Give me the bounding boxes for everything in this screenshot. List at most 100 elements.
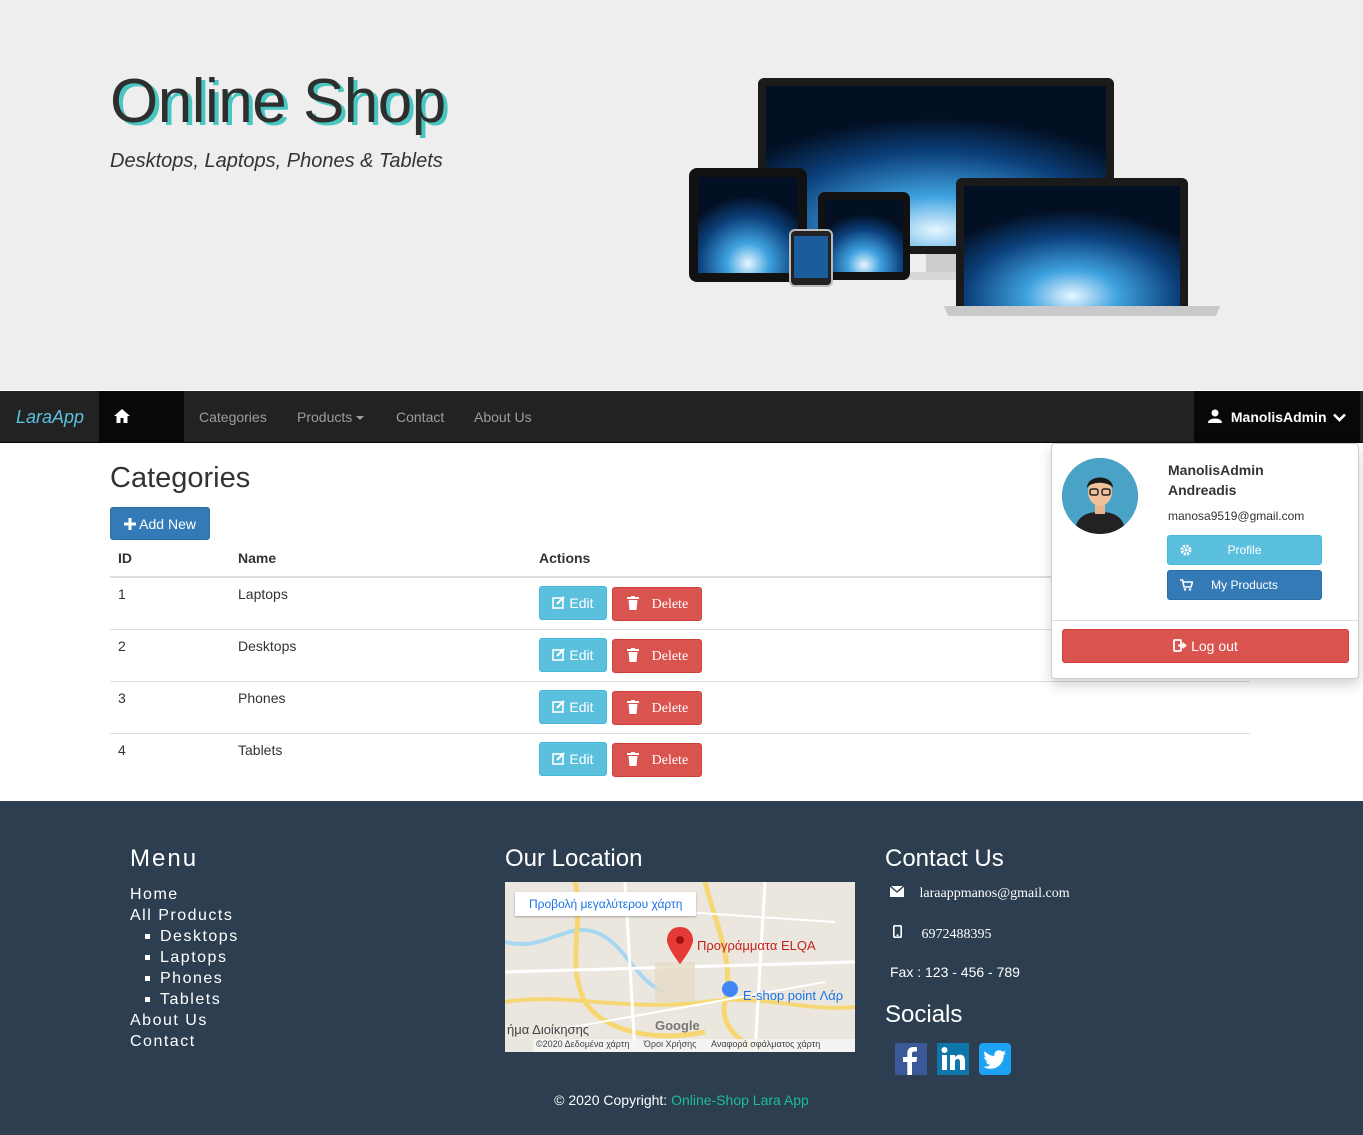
- map-terms-link[interactable]: Όροι Χρήσης: [644, 1039, 697, 1049]
- user-menu-toggle[interactable]: ManolisAdmin: [1194, 391, 1360, 443]
- edit-button[interactable]: Edit: [539, 638, 607, 672]
- footer-link-about[interactable]: About Us: [130, 1010, 239, 1031]
- my-products-label: My Products: [1211, 578, 1278, 592]
- delete-label: Delete: [651, 753, 689, 768]
- delete-button[interactable]: Delete: [611, 691, 702, 725]
- nav-contact[interactable]: Contact: [381, 391, 459, 443]
- nav-categories[interactable]: Categories: [184, 391, 282, 443]
- google-logo: Google: [655, 1018, 700, 1033]
- delete-label: Delete: [651, 701, 689, 716]
- row-id: 2: [110, 629, 230, 682]
- footer-link-laptops[interactable]: Laptops: [145, 947, 239, 968]
- avatar-icon: [1062, 458, 1138, 534]
- hero-subtitle: Desktops, Laptops, Phones & Tablets: [110, 150, 443, 172]
- delete-label: Delete: [651, 649, 689, 664]
- row-actions: Edit Delete: [531, 681, 1250, 734]
- user-menu-name: ManolisAdmin: [1230, 409, 1327, 425]
- contact-email: laraappmanos@gmail.com: [889, 885, 1070, 902]
- cart-icon: [1180, 579, 1193, 591]
- row-id: 3: [110, 681, 230, 734]
- nav-products[interactable]: Products: [282, 391, 379, 443]
- footer-link-all-products-label[interactable]: All Products: [130, 907, 233, 924]
- add-new-button[interactable]: Add New: [110, 507, 210, 540]
- navbar-brand[interactable]: LaraApp: [0, 391, 99, 443]
- dropdown-email: manosa9519@gmail.com: [1168, 509, 1305, 523]
- row-name: Desktops: [230, 629, 531, 682]
- map-pin-label-2: E-shop point Λάρ: [743, 988, 844, 1003]
- linkedin-icon[interactable]: [937, 1043, 969, 1075]
- column-header-id: ID: [110, 540, 230, 578]
- envelope-icon: [889, 885, 905, 897]
- footer-link-home[interactable]: Home: [130, 884, 239, 905]
- map-report-link[interactable]: Αναφορά σφάλματος χάρτη: [711, 1039, 820, 1049]
- profile-label: Profile: [1227, 543, 1262, 557]
- dropdown-user-name: ManolisAdmin Andreadis: [1168, 460, 1348, 500]
- nav-about[interactable]: About Us: [459, 391, 547, 443]
- delete-button[interactable]: Delete: [611, 639, 702, 673]
- trash-icon: [626, 752, 639, 766]
- footer-location-title: Our Location: [505, 845, 643, 872]
- row-name: Laptops: [230, 576, 531, 630]
- page-title: Categories: [110, 462, 251, 494]
- row-id: 1: [110, 576, 230, 630]
- edit-button[interactable]: Edit: [539, 690, 607, 724]
- footer-link-phones[interactable]: Phones: [145, 968, 239, 989]
- contact-email-text[interactable]: laraappmanos@gmail.com: [920, 886, 1070, 901]
- avatar: [1062, 458, 1138, 534]
- plus-icon: [124, 518, 137, 530]
- footer-submenu: Desktops Laptops Phones Tablets: [130, 926, 239, 1010]
- twitter-icon[interactable]: [979, 1043, 1011, 1075]
- row-name: Tablets: [230, 733, 531, 785]
- edit-button[interactable]: Edit: [539, 586, 607, 620]
- edit-label: Edit: [569, 751, 594, 767]
- caret-down-icon: [356, 416, 365, 421]
- nav-categories-label: Categories: [199, 409, 267, 425]
- delete-button[interactable]: Delete: [611, 743, 702, 777]
- chevron-down-icon: [1333, 413, 1347, 422]
- map-pin-label-1: Προγράμματα ELQA: [697, 938, 816, 953]
- navbar: LaraApp Home Categories Products Contact…: [0, 391, 1363, 477]
- edit-label: Edit: [569, 595, 594, 611]
- nav-products-label: Products: [297, 409, 353, 425]
- nav-contact-label: Contact: [396, 409, 445, 425]
- nav-home[interactable]: Home: [99, 391, 184, 477]
- footer: Menu Home All Products Desktops Laptops …: [0, 801, 1363, 1135]
- delete-button[interactable]: Delete: [611, 587, 702, 621]
- logout-button[interactable]: Log out: [1062, 629, 1349, 663]
- edit-button[interactable]: Edit: [539, 742, 607, 776]
- view-larger-map-button[interactable]: Προβολή μεγαλύτερου χάρτη: [515, 892, 697, 916]
- user-icon: [1208, 409, 1222, 423]
- trash-icon: [626, 596, 639, 610]
- facebook-icon[interactable]: [895, 1043, 927, 1075]
- copyright: © 2020 Copyright: Online-Shop Lara App: [0, 1092, 1363, 1108]
- edit-label: Edit: [569, 699, 594, 715]
- phone-icon: [893, 925, 903, 938]
- home-icon: [114, 409, 130, 423]
- user-dropdown-menu: ManolisAdmin Andreadis manosa9519@gmail.…: [1051, 443, 1359, 679]
- logout-icon: [1173, 639, 1188, 652]
- contact-fax: Fax : 123 - 456 - 789: [890, 964, 1020, 980]
- footer-contact-title: Contact Us: [885, 845, 1004, 872]
- logout-label: Log out: [1191, 638, 1238, 654]
- footer-link-desktops[interactable]: Desktops: [145, 926, 239, 947]
- delete-label: Delete: [651, 597, 689, 612]
- add-new-label: Add New: [139, 516, 196, 532]
- footer-link-tablets[interactable]: Tablets: [145, 989, 239, 1010]
- map-attribution-bar: ©2020 Δεδομένα χάρτη Όροι Χρήσης Αναφορά…: [533, 1039, 855, 1052]
- contact-phone: 6972488395: [890, 925, 992, 943]
- column-header-name: Name: [230, 540, 531, 578]
- dropdown-first-name: ManolisAdmin: [1168, 462, 1264, 478]
- profile-button[interactable]: Profile: [1167, 535, 1322, 565]
- copyright-link[interactable]: Online-Shop Lara App: [671, 1092, 809, 1108]
- map-area-label: ήμα Διοίκησης: [507, 1022, 590, 1037]
- edit-icon: [552, 596, 566, 609]
- edit-label: Edit: [569, 647, 594, 663]
- edit-icon: [552, 648, 566, 661]
- hero-title: Online Shop: [110, 67, 446, 136]
- footer-link-contact[interactable]: Contact: [130, 1031, 239, 1052]
- my-products-button[interactable]: My Products: [1167, 570, 1322, 600]
- devices-image: [689, 78, 1220, 316]
- hero-banner: Online Shop Desktops, Laptops, Phones & …: [0, 0, 1363, 390]
- trash-icon: [626, 700, 639, 714]
- location-map[interactable]: Προβολή μεγαλύτερου χάρτη Προγράμματα EL…: [505, 882, 855, 1052]
